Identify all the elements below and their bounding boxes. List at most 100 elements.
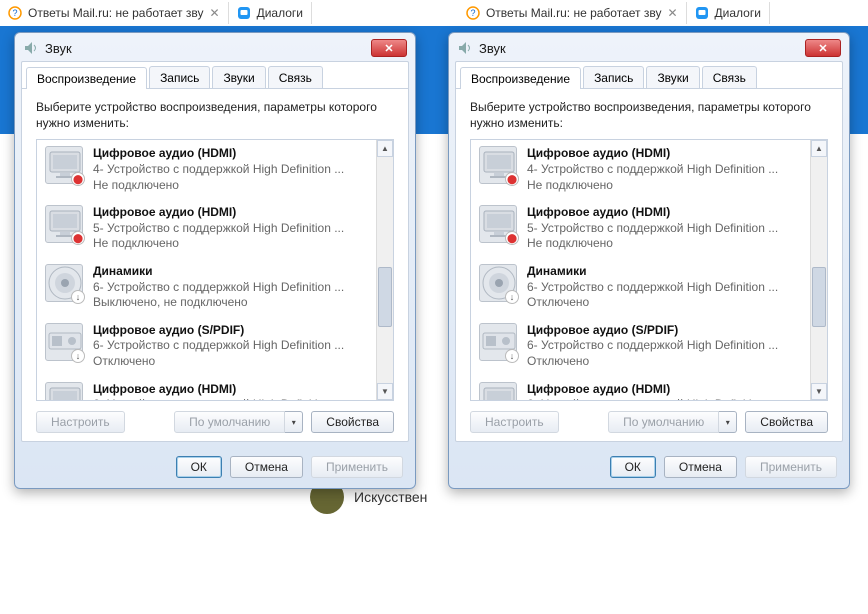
action-row: Настроить По умолчанию ▾ Свойства bbox=[456, 401, 842, 437]
device-item[interactable]: ↓ Динамики6- Устройство с поддержкой High… bbox=[471, 258, 810, 317]
dialog-titlebar[interactable]: Звук ✕ bbox=[15, 33, 415, 61]
device-icon: ↓ bbox=[479, 264, 517, 302]
device-text: Цифровое аудио (S/PDIF)6- Устройство с п… bbox=[527, 323, 802, 370]
scroll-thumb[interactable] bbox=[812, 267, 826, 327]
configure-button[interactable]: Настроить bbox=[36, 411, 125, 433]
cancel-button[interactable]: Отмена bbox=[664, 456, 737, 478]
default-button[interactable]: По умолчанию bbox=[174, 411, 285, 433]
close-button[interactable]: ✕ bbox=[805, 39, 841, 57]
device-text: Цифровое аудио (HDMI)6- Устройство с под… bbox=[527, 382, 802, 401]
device-status: Выключено, не подключено bbox=[93, 295, 368, 311]
scrollbar[interactable]: ▲ ▼ bbox=[810, 140, 827, 400]
device-item[interactable]: ↓ Динамики6- Устройство с поддержкой High… bbox=[37, 258, 376, 317]
chevron-down-icon[interactable]: ▾ bbox=[719, 411, 737, 433]
tab-bar: Воспроизведение Запись Звуки Связь bbox=[456, 62, 842, 89]
close-icon[interactable]: ✕ bbox=[667, 6, 677, 20]
sound-icon bbox=[457, 40, 473, 56]
device-text: Динамики6- Устройство с поддержкой High … bbox=[527, 264, 802, 311]
browser-tab[interactable]: ? Ответы Mail.ru: не работает зву ✕ bbox=[458, 2, 687, 24]
device-text: Цифровое аудио (HDMI)5- Устройство с под… bbox=[93, 205, 368, 252]
close-button[interactable]: ✕ bbox=[371, 39, 407, 57]
dialog-icon bbox=[695, 6, 709, 20]
device-item[interactable]: ⬤ Цифровое аудио (HDMI)5- Устройство с по… bbox=[471, 199, 810, 258]
instruction-text: Выберите устройство воспроизведения, пар… bbox=[22, 89, 408, 139]
scroll-up-button[interactable]: ▲ bbox=[811, 140, 827, 157]
properties-button[interactable]: Свойства bbox=[311, 411, 394, 433]
device-description: 4- Устройство с поддержкой High Definiti… bbox=[93, 162, 368, 178]
default-dropdown[interactable]: По умолчанию ▾ bbox=[174, 411, 303, 433]
browser-tab[interactable]: Диалоги bbox=[687, 2, 770, 24]
device-item[interactable]: ↓ Цифровое аудио (HDMI)6- Устройство с по… bbox=[471, 376, 810, 401]
device-name: Динамики bbox=[527, 264, 802, 280]
tab-sounds[interactable]: Звуки bbox=[212, 66, 265, 88]
cancel-button[interactable]: Отмена bbox=[230, 456, 303, 478]
device-item[interactable]: ⬤Цифровое аудио (HDMI)4- Устройство с по… bbox=[37, 140, 376, 199]
device-text: Цифровое аудио (HDMI)4- Устройство с под… bbox=[527, 146, 802, 193]
device-item[interactable]: ↓ Цифровое аудио (S/PDIF)6- Устройство с … bbox=[37, 317, 376, 376]
tab-playback[interactable]: Воспроизведение bbox=[460, 67, 581, 89]
not-connected-icon: ⬤ bbox=[505, 231, 519, 245]
scroll-thumb[interactable] bbox=[378, 267, 392, 327]
tab-recording[interactable]: Запись bbox=[583, 66, 644, 88]
scroll-up-button[interactable]: ▲ bbox=[377, 140, 393, 157]
not-connected-icon: ⬤ bbox=[505, 172, 519, 186]
close-icon[interactable]: ✕ bbox=[210, 6, 220, 20]
device-icon: ⬤ bbox=[479, 205, 517, 243]
device-text: Динамики6- Устройство с поддержкой High … bbox=[93, 264, 368, 311]
scrollbar[interactable]: ▲ ▼ bbox=[376, 140, 393, 400]
browser-tab-strip: ? Ответы Mail.ru: не работает зву ✕ Диал… bbox=[0, 0, 868, 26]
apply-button[interactable]: Применить bbox=[745, 456, 837, 478]
device-item[interactable]: ⬤ Цифровое аудио (HDMI)4- Устройство с по… bbox=[471, 140, 810, 199]
device-status: Не подключено bbox=[93, 178, 368, 194]
device-text: Цифровое аудио (HDMI)5- Устройство с под… bbox=[527, 205, 802, 252]
disabled-icon: ↓ bbox=[505, 290, 519, 304]
scroll-track[interactable] bbox=[377, 157, 393, 383]
device-name: Динамики bbox=[93, 264, 368, 280]
device-description: 4- Устройство с поддержкой High Definiti… bbox=[527, 162, 802, 178]
chevron-down-icon[interactable]: ▾ bbox=[285, 411, 303, 433]
device-list[interactable]: ⬤Цифровое аудио (HDMI)4- Устройство с по… bbox=[37, 140, 376, 400]
device-name: Цифровое аудио (HDMI) bbox=[527, 146, 802, 162]
device-list[interactable]: ⬤ Цифровое аудио (HDMI)4- Устройство с по… bbox=[471, 140, 810, 400]
browser-tab[interactable]: ? Ответы Mail.ru: не работает зву ✕ bbox=[0, 2, 229, 24]
mail-icon: ? bbox=[466, 6, 480, 20]
device-icon: ↓ bbox=[45, 323, 83, 361]
device-description: 6- Устройство с поддержкой High Definiti… bbox=[93, 338, 368, 354]
footer-row: ОК Отмена Применить bbox=[15, 448, 415, 488]
tab-communications[interactable]: Связь bbox=[702, 66, 757, 88]
device-text: Цифровое аудио (S/PDIF)6- Устройство с п… bbox=[93, 323, 368, 370]
instruction-text: Выберите устройство воспроизведения, пар… bbox=[456, 89, 842, 139]
tab-playback[interactable]: Воспроизведение bbox=[26, 67, 147, 89]
default-dropdown[interactable]: По умолчанию ▾ bbox=[608, 411, 737, 433]
device-item[interactable]: ↓Цифровое аудио (HDMI)6- Устройство с по… bbox=[37, 376, 376, 401]
device-name: Цифровое аудио (S/PDIF) bbox=[93, 323, 368, 339]
scroll-down-button[interactable]: ▼ bbox=[377, 383, 393, 400]
tab-communications[interactable]: Связь bbox=[268, 66, 323, 88]
svg-text:?: ? bbox=[12, 8, 17, 18]
device-icon: ↓ bbox=[45, 264, 83, 302]
dialog-titlebar[interactable]: Звук ✕ bbox=[449, 33, 849, 61]
dialog-body: Воспроизведение Запись Звуки Связь Выбер… bbox=[455, 61, 843, 442]
device-description: 6- Устройство с поддержкой High Definiti… bbox=[527, 338, 802, 354]
device-icon: ↓ bbox=[479, 382, 517, 401]
device-item[interactable]: ⬤Цифровое аудио (HDMI)5- Устройство с по… bbox=[37, 199, 376, 258]
device-name: Цифровое аудио (HDMI) bbox=[93, 205, 368, 221]
device-description: 6- Устройство с поддержкой High Definiti… bbox=[93, 280, 368, 296]
tab-bar: Воспроизведение Запись Звуки Связь bbox=[22, 62, 408, 89]
apply-button[interactable]: Применить bbox=[311, 456, 403, 478]
ok-button[interactable]: ОК bbox=[176, 456, 222, 478]
browser-tab[interactable]: Диалоги bbox=[229, 2, 312, 24]
device-type-icon bbox=[479, 382, 517, 401]
device-item[interactable]: ↓ Цифровое аудио (S/PDIF)6- Устройство с … bbox=[471, 317, 810, 376]
scroll-track[interactable] bbox=[811, 157, 827, 383]
properties-button[interactable]: Свойства bbox=[745, 411, 828, 433]
ok-button[interactable]: ОК bbox=[610, 456, 656, 478]
configure-button[interactable]: Настроить bbox=[470, 411, 559, 433]
scroll-down-button[interactable]: ▼ bbox=[811, 383, 827, 400]
device-status: Отключено bbox=[527, 354, 802, 370]
tab-sounds[interactable]: Звуки bbox=[646, 66, 699, 88]
tab-title: Диалоги bbox=[257, 6, 303, 20]
tab-recording[interactable]: Запись bbox=[149, 66, 210, 88]
disabled-icon: ↓ bbox=[505, 349, 519, 363]
default-button[interactable]: По умолчанию bbox=[608, 411, 719, 433]
